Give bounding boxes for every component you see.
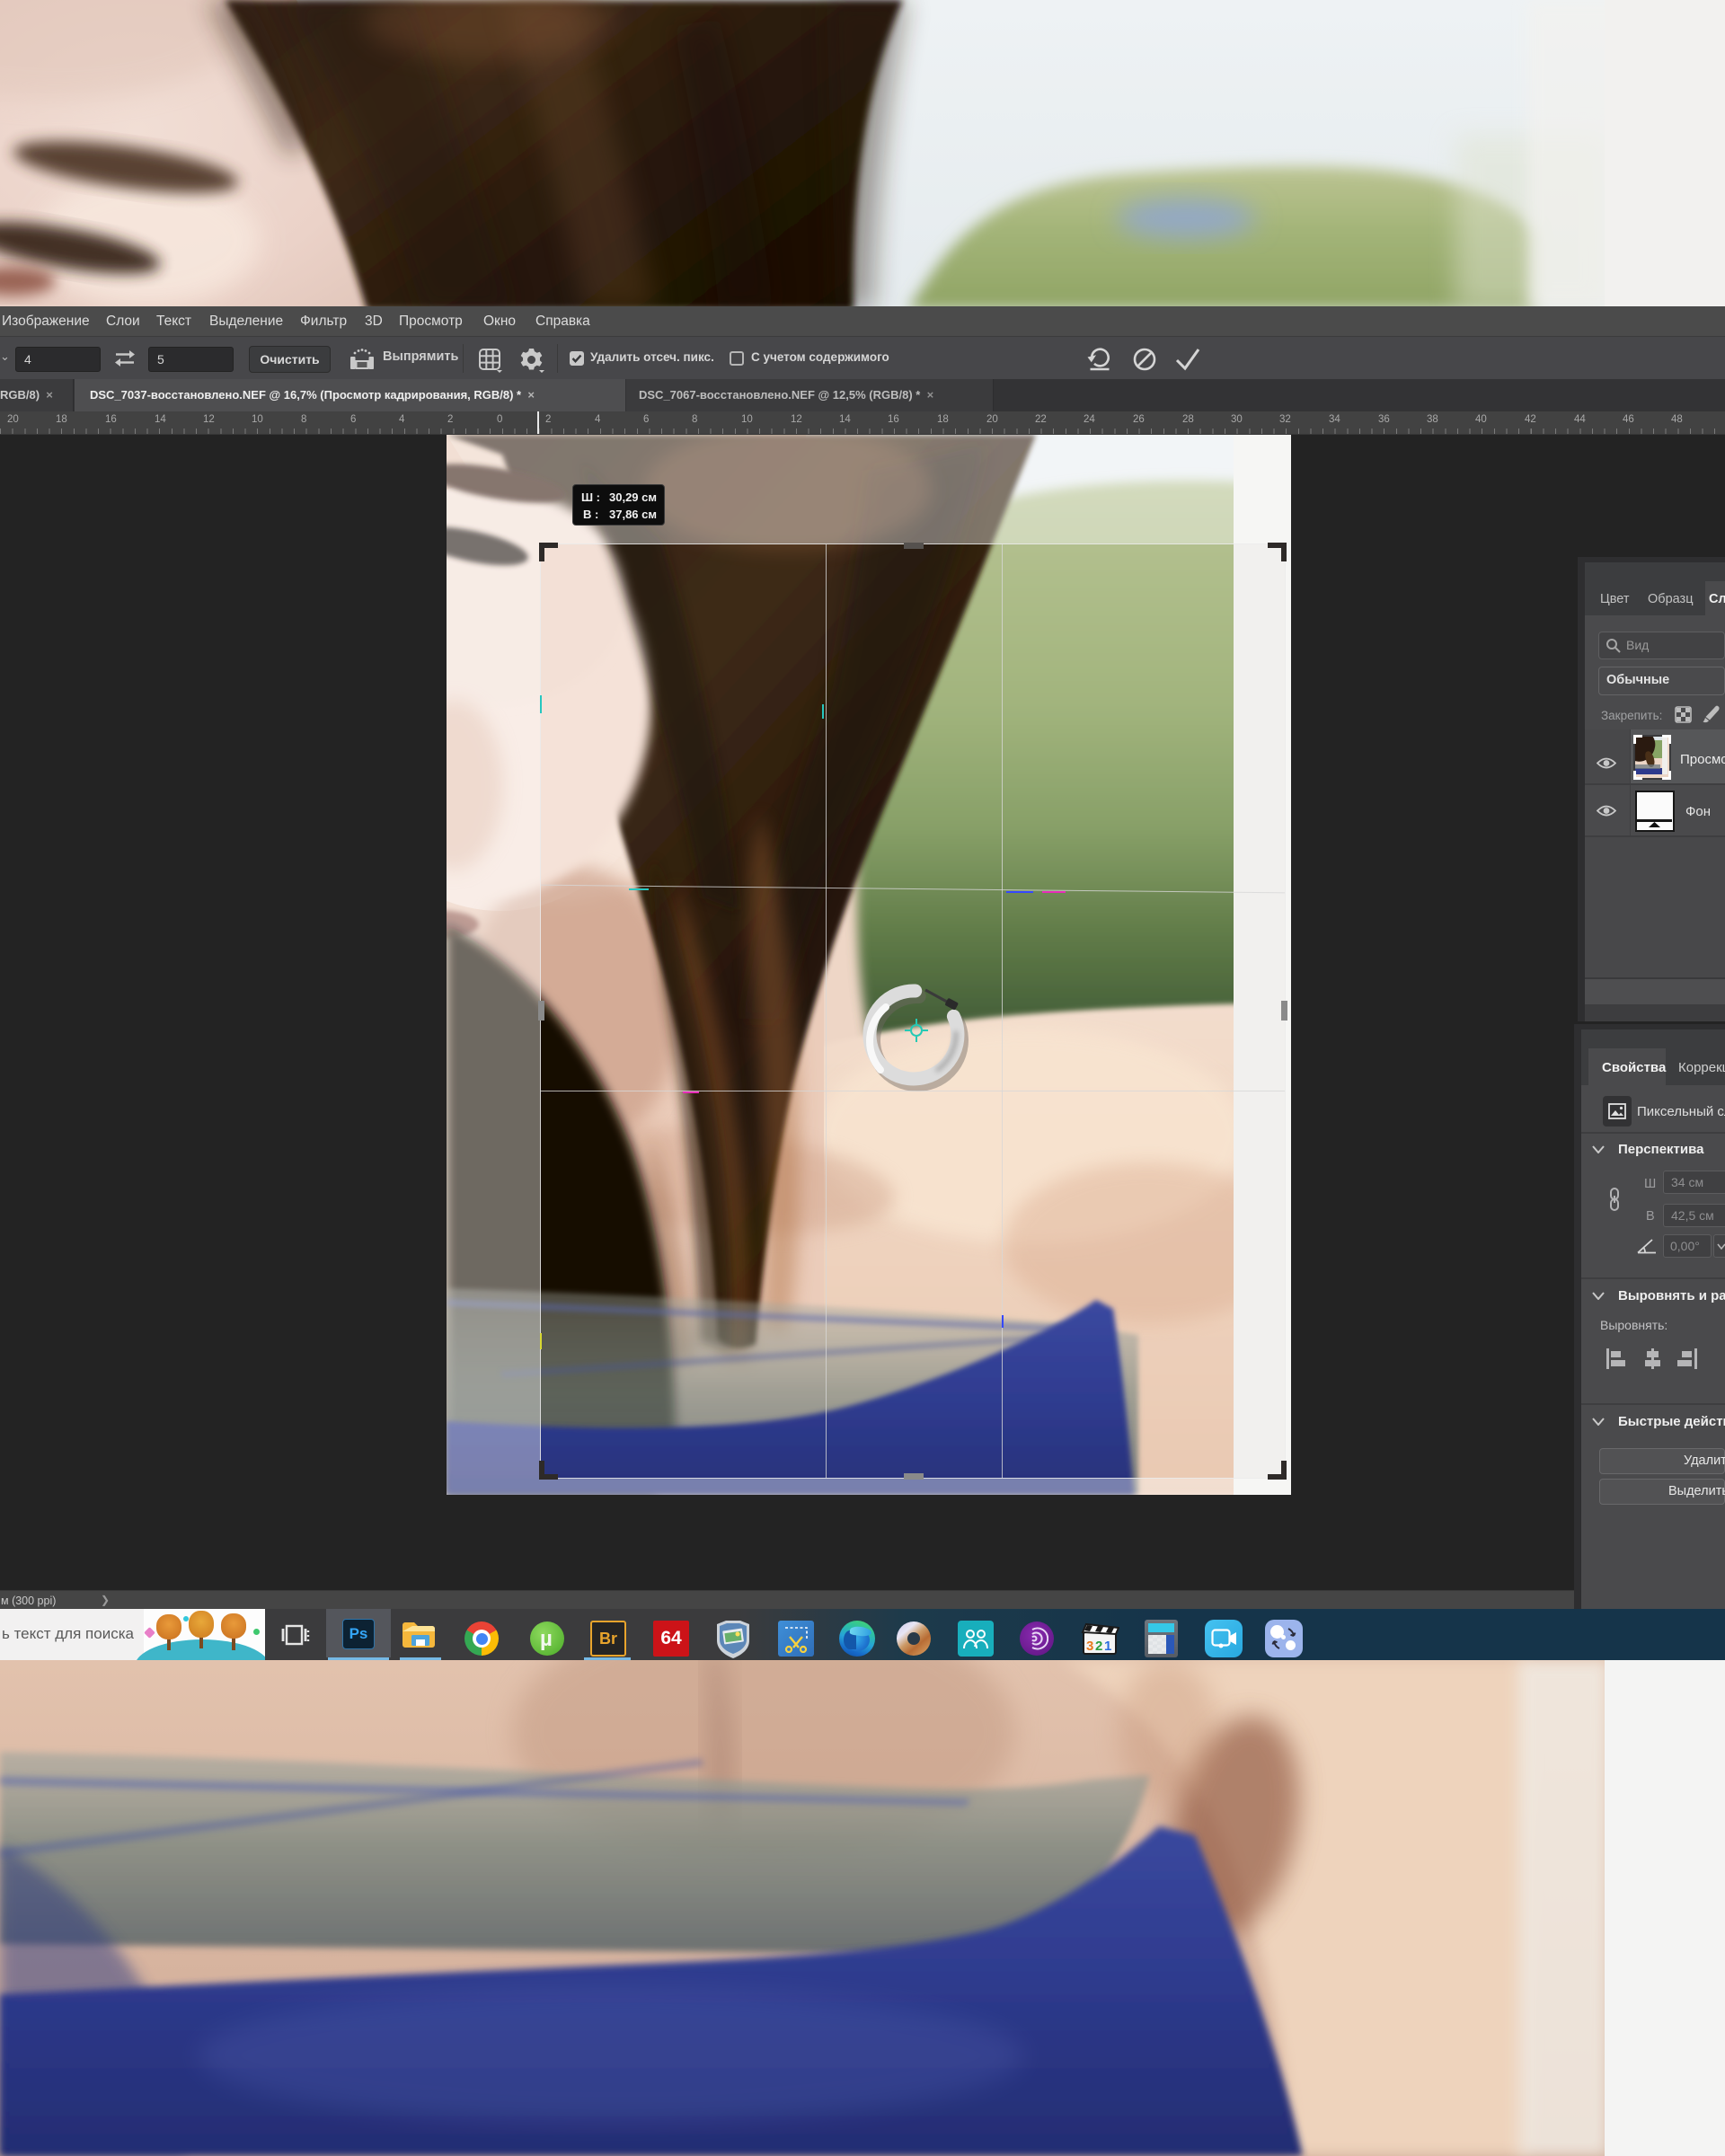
svg-text:1: 1: [1104, 1639, 1111, 1654]
svg-text:3: 3: [1086, 1639, 1093, 1654]
svg-text:2: 2: [1095, 1639, 1102, 1654]
